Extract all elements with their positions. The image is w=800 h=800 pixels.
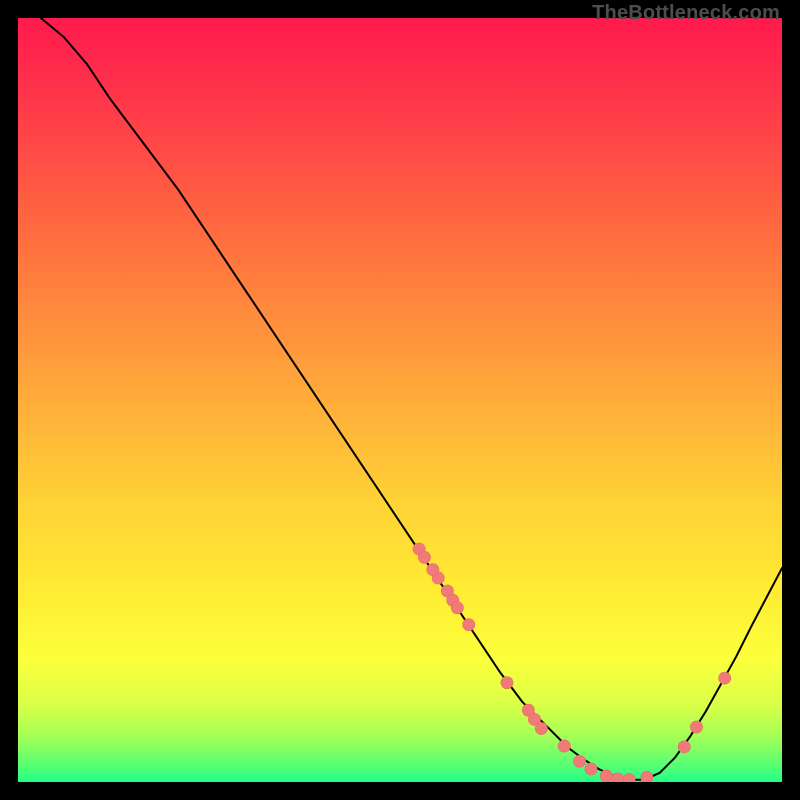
data-point (600, 770, 612, 782)
data-point (678, 741, 690, 753)
data-point (573, 755, 585, 767)
data-point (641, 771, 653, 782)
data-point (585, 763, 597, 775)
data-point (719, 672, 731, 684)
chart-svg (18, 18, 782, 782)
data-point (427, 564, 439, 576)
data-point (558, 740, 570, 752)
plot-area (18, 18, 782, 782)
data-points-group (413, 543, 731, 782)
data-point (623, 774, 635, 782)
data-point (690, 721, 702, 733)
curve-path (41, 18, 782, 780)
data-point (463, 619, 475, 631)
data-point (535, 722, 547, 734)
data-point (612, 773, 624, 782)
chart-container: TheBottleneck.com (0, 0, 800, 800)
data-point (418, 551, 430, 563)
data-point (451, 602, 463, 614)
bottleneck-curve (41, 18, 782, 780)
watermark-text: TheBottleneck.com (592, 2, 780, 25)
data-point (501, 677, 513, 689)
